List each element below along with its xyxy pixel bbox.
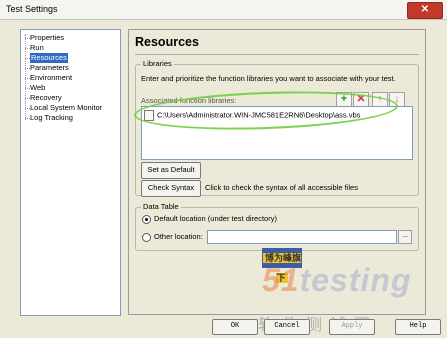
help-button[interactable]: Help [395,319,441,335]
other-location-label: Other location: [154,232,203,241]
ok-button[interactable]: OK [212,319,258,335]
title-divider [135,54,419,55]
default-location-radio[interactable] [142,215,151,224]
default-location-label: Default location (under test directory) [154,214,277,223]
tree-item-recovery[interactable]: Recovery [30,93,62,103]
window-title: Test Settings [6,4,58,14]
set-as-default-button[interactable]: Set as Default [141,162,201,179]
libraries-group: Libraries Enter and prioritize the funct… [135,59,419,197]
page-title: Resources [135,35,199,49]
apply-button[interactable]: Apply [329,319,375,335]
tree-item-properties[interactable]: Properties [30,33,64,43]
tree-item-log-tracking[interactable]: Log Tracking [30,113,73,123]
cancel-button[interactable]: Cancel [264,319,310,335]
settings-tree: Properties Run Resources Parameters Envi… [20,29,121,316]
data-table-group: Data Table Default location (under test … [135,202,419,251]
data-table-legend: Data Table [141,202,181,211]
other-location-input[interactable] [207,230,397,244]
watermark-logo: 51testing [262,262,412,298]
close-button[interactable]: ✕ [407,2,443,19]
tree-item-run[interactable]: Run [30,43,44,53]
libraries-description: Enter and prioritize the function librar… [141,74,396,83]
tree-item-local-system-monitor[interactable]: Local System Monitor [30,103,102,113]
other-location-radio[interactable] [142,233,151,242]
title-bar: Test Settings ✕ [0,0,447,20]
tree-item-environment[interactable]: Environment [30,73,72,83]
libraries-legend: Libraries [141,59,174,68]
tree-item-web[interactable]: Web [30,83,45,93]
close-icon: ✕ [420,4,430,15]
browse-button[interactable]: ... [398,230,412,244]
tree-item-resources[interactable]: Resources [30,53,68,63]
check-syntax-button[interactable]: Check Syntax [141,180,201,197]
tree-item-parameters[interactable]: Parameters [30,63,69,73]
check-syntax-note: Click to check the syntax of all accessi… [205,183,358,192]
